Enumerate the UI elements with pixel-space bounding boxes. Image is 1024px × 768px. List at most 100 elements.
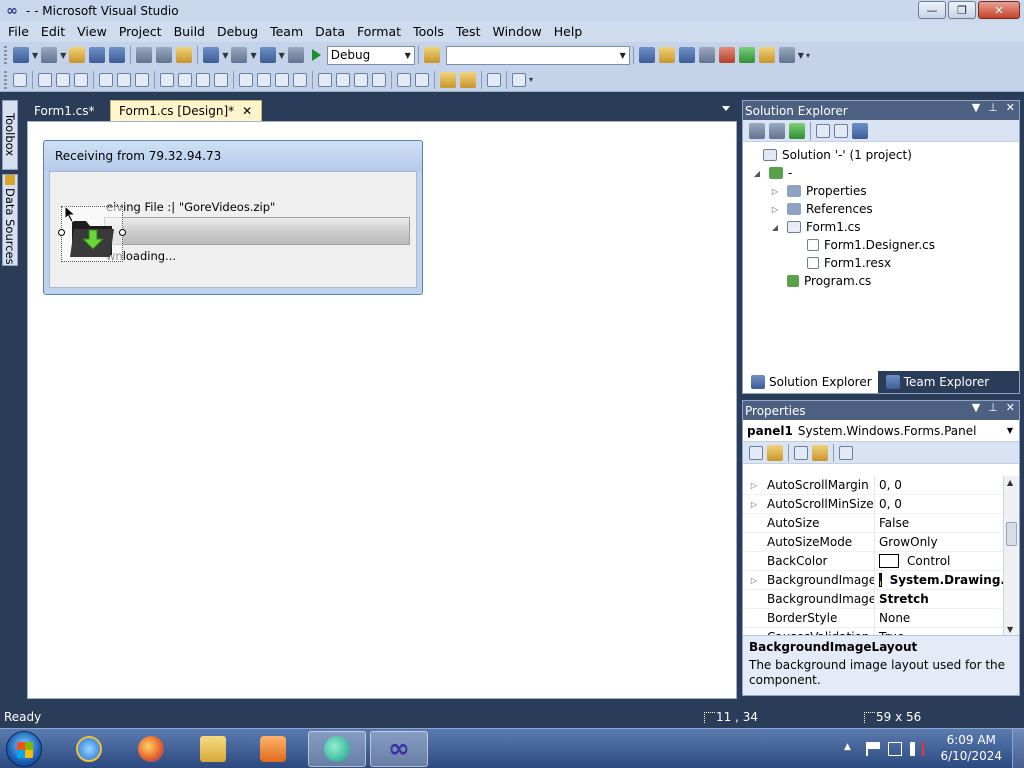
solution-configuration-select[interactable]: Debug ▼ xyxy=(326,45,415,65)
menu-window[interactable]: Window xyxy=(486,24,547,39)
tree-item-form1-designer[interactable]: Form1.Designer.cs xyxy=(743,236,1019,254)
auto-hide-pin-icon[interactable]: ⊥ xyxy=(988,401,998,414)
volume-muted-icon[interactable] xyxy=(910,742,924,756)
scrollbar-thumb[interactable] xyxy=(1006,522,1017,546)
chevron-down-icon[interactable]: ▼ xyxy=(32,51,38,60)
menu-data[interactable]: Data xyxy=(309,24,351,39)
taskbar-internet-explorer[interactable] xyxy=(60,731,118,767)
taskbar-app-active[interactable] xyxy=(308,731,366,767)
network-icon[interactable] xyxy=(888,742,902,756)
designer-surface[interactable]: Receiving from 79.32.94.73 eiving File :… xyxy=(27,121,737,699)
menu-format[interactable]: Format xyxy=(351,24,407,39)
taskbar-media-player[interactable] xyxy=(244,731,302,767)
tab-solution-explorer[interactable]: Solution Explorer xyxy=(743,371,878,393)
property-row[interactable]: BorderStyle None xyxy=(743,608,1005,628)
align-bottoms-icon[interactable] xyxy=(135,72,149,87)
property-value[interactable]: 0, 0 xyxy=(875,495,1005,514)
property-grid-scrollbar[interactable]: ▲ ▼ xyxy=(1003,476,1019,636)
menu-file[interactable]: File xyxy=(2,24,35,39)
horizontal-spacing-decrease-icon[interactable] xyxy=(275,72,289,87)
minimize-button[interactable]: — xyxy=(918,1,946,19)
events-icon[interactable] xyxy=(812,444,828,461)
menu-team[interactable]: Team xyxy=(264,24,309,39)
tree-item-references[interactable]: ▷ References xyxy=(743,200,1019,218)
property-value-cell[interactable]: Control xyxy=(875,552,1005,571)
toolbar-options-icon[interactable]: ▾ xyxy=(529,75,533,84)
window-position-icon[interactable]: ▼ xyxy=(972,101,980,114)
new-project-icon[interactable] xyxy=(13,47,29,63)
horizontal-spacing-increase-icon[interactable] xyxy=(257,72,271,87)
toolbar-grip[interactable] xyxy=(4,70,7,89)
find-combo[interactable]: ▼ xyxy=(445,45,630,65)
properties-window-icon[interactable] xyxy=(658,47,675,63)
other-windows-icon[interactable] xyxy=(778,47,795,63)
taskbar-firefox[interactable] xyxy=(122,731,180,767)
class-view-icon[interactable] xyxy=(758,47,775,63)
menu-help[interactable]: Help xyxy=(548,24,589,39)
expand-arrow-icon[interactable]: ▷ xyxy=(743,576,765,585)
menu-edit[interactable]: Edit xyxy=(35,24,71,39)
form-client-area[interactable]: eiving File :| "GoreVideos.zip" wnloadin… xyxy=(49,171,417,288)
expand-arrow-icon[interactable]: ▷ xyxy=(743,500,765,509)
menu-project[interactable]: Project xyxy=(113,24,168,39)
navigate-backward-icon[interactable] xyxy=(259,47,276,63)
center-vertically-icon[interactable] xyxy=(415,72,429,87)
property-row[interactable]: AutoSize False xyxy=(743,513,1005,533)
solution-explorer-icon[interactable] xyxy=(638,47,655,63)
collapse-arrow-icon[interactable]: ◢ xyxy=(769,223,781,232)
bring-to-front-icon[interactable] xyxy=(440,71,456,88)
window-position-icon[interactable]: ▼ xyxy=(972,401,980,414)
view-designer-icon[interactable] xyxy=(834,123,848,138)
property-row[interactable]: AutoSizeMode GrowOnly xyxy=(743,532,1005,552)
chevron-down-icon[interactable]: ▼ xyxy=(60,51,66,60)
make-same-height-icon[interactable] xyxy=(196,72,210,87)
panel1-selected[interactable] xyxy=(58,205,126,262)
property-row[interactable]: ▷ AutoScrollMargin 0, 0 xyxy=(743,476,1005,495)
tab-order-icon[interactable] xyxy=(487,72,501,87)
property-pages-icon[interactable] xyxy=(839,445,853,460)
make-same-size-icon[interactable] xyxy=(214,72,228,87)
view-code-icon[interactable] xyxy=(816,123,830,138)
close-tab-icon[interactable]: ✕ xyxy=(242,104,252,118)
start-page-icon[interactable] xyxy=(738,47,755,63)
add-item-icon[interactable] xyxy=(41,47,58,63)
tree-item-project[interactable]: ◢ - xyxy=(743,164,1019,182)
vertical-spacing-decrease-icon[interactable] xyxy=(354,72,368,87)
menu-debug[interactable]: Debug xyxy=(211,24,264,39)
save-all-icon[interactable] xyxy=(109,47,126,63)
expand-arrow-icon[interactable]: ▷ xyxy=(743,481,765,490)
find-in-files-icon[interactable] xyxy=(423,47,440,63)
tab-form1-cs[interactable]: Form1.cs* xyxy=(26,100,103,121)
undo-icon[interactable] xyxy=(203,47,220,63)
align-rights-icon[interactable] xyxy=(74,72,88,87)
cut-icon[interactable] xyxy=(136,47,153,63)
save-icon[interactable] xyxy=(89,47,106,63)
property-row[interactable]: BackColor Control xyxy=(743,551,1005,571)
toolbar-grip[interactable] xyxy=(4,46,7,64)
properties-icon[interactable] xyxy=(749,122,765,139)
view-class-diagram-icon[interactable] xyxy=(852,122,868,139)
refresh-icon[interactable] xyxy=(789,122,805,139)
start-debugging-icon[interactable] xyxy=(311,49,321,61)
collapse-arrow-icon[interactable]: ◢ xyxy=(751,169,763,178)
property-value-cell[interactable]: System.Drawing. xyxy=(875,571,1005,590)
expand-arrow-icon[interactable]: ▷ xyxy=(769,187,781,196)
resize-handle-right[interactable] xyxy=(119,229,126,236)
menu-build[interactable]: Build xyxy=(168,24,211,39)
active-files-dropdown-icon[interactable] xyxy=(722,106,730,111)
tree-item-solution[interactable]: Solution '-' (1 project) xyxy=(743,146,1019,164)
chevron-down-icon[interactable]: ▼ xyxy=(279,51,285,60)
send-to-back-icon[interactable] xyxy=(460,71,476,88)
property-value[interactable]: None xyxy=(875,609,1005,628)
toolbox-icon[interactable] xyxy=(698,47,715,63)
action-center-flag-icon[interactable] xyxy=(866,742,880,756)
show-all-files-icon[interactable] xyxy=(769,122,785,139)
expand-arrow-icon[interactable]: ▷ xyxy=(769,205,781,214)
property-value[interactable]: GrowOnly xyxy=(875,533,1005,552)
copy-icon[interactable] xyxy=(156,47,173,63)
chevron-down-icon[interactable]: ▼ xyxy=(798,51,804,60)
tree-item-form1-resx[interactable]: Form1.resx xyxy=(743,254,1019,272)
align-middles-icon[interactable] xyxy=(117,72,131,87)
alphabetical-icon[interactable] xyxy=(767,444,783,461)
data-sources-tab[interactable]: Data Sources xyxy=(2,174,18,266)
